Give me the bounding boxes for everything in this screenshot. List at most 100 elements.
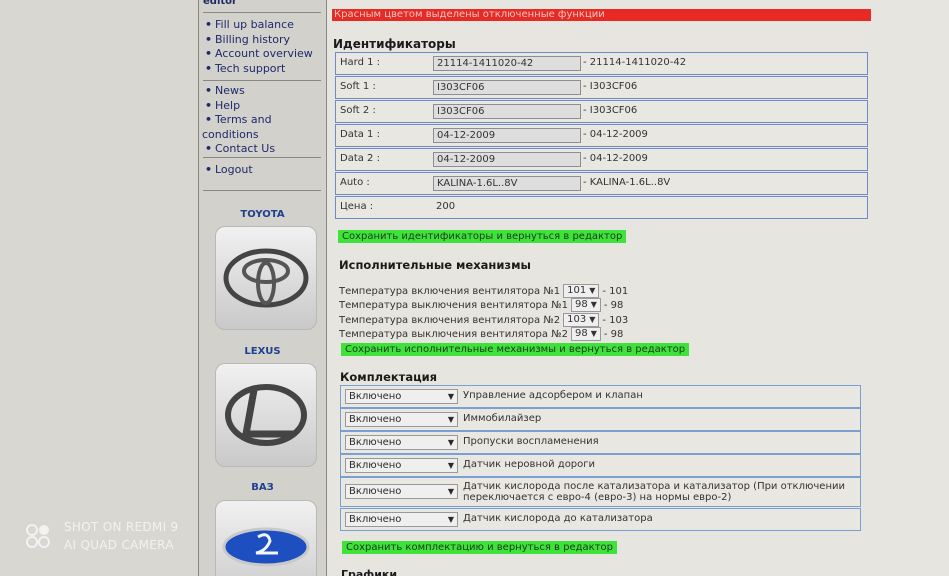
fan1-on-select[interactable]: 101 ▼ — [563, 284, 600, 298]
menu-billing-history[interactable]: • Billing history — [205, 33, 313, 48]
toyota-logo-tile[interactable] — [215, 226, 317, 330]
soft1-input[interactable]: I303CF06 — [433, 80, 581, 95]
equipment-select[interactable]: Включено ▼ — [345, 389, 458, 404]
price-label: Цена : — [340, 201, 374, 212]
menu-terms[interactable]: • Terms and — [205, 113, 275, 128]
mechanism-value: - 101 — [602, 286, 629, 297]
menu-fill-up-balance[interactable]: • Fill up balance — [205, 18, 313, 33]
identifier-value: - 21114-1411020-42 — [583, 57, 687, 68]
identifier-value: - I303CF06 — [583, 81, 638, 92]
chevron-down-icon: ▼ — [447, 487, 454, 496]
save-equipment-button[interactable]: Сохранить комплектацию и вернуться в ред… — [342, 541, 617, 554]
auto-input[interactable]: KALINA-1.6L..8V — [433, 176, 581, 191]
hard1-input[interactable]: 21114-1411020-42 — [433, 56, 581, 71]
vaz-logo-tile[interactable] — [215, 500, 317, 576]
identifier-label: Hard 1 : — [340, 57, 381, 68]
identifier-label: Soft 2 : — [340, 105, 376, 116]
mechanism-value: - 98 — [603, 300, 624, 311]
menu-logout[interactable]: • Logout — [205, 163, 253, 178]
price-value: 200 — [436, 201, 456, 212]
identifier-label: Data 2 : — [340, 153, 380, 164]
save-identifiers-button[interactable]: Сохранить идентификаторы и вернуться в р… — [338, 230, 627, 243]
equipment-desc: Пропуски воспламенения — [463, 436, 599, 447]
soft2-input[interactable]: I303CF06 — [433, 104, 581, 119]
identifier-row-price: Цена : 200 — [335, 196, 868, 219]
equipment-row: Включено ▼ Датчик неровной дороги — [340, 454, 861, 477]
equipment-desc: Датчик кислорода до катализатора — [463, 513, 653, 524]
equipment-desc: Датчик кислорода после катализатора и ка… — [463, 481, 845, 503]
menu-news[interactable]: • News — [205, 84, 275, 99]
mechanism-row: Температура выключения вентилятора №2 98 ▼… — [339, 327, 623, 341]
menu-account-overview[interactable]: • Account overview — [205, 47, 313, 62]
identifier-label: Soft 1 : — [340, 81, 376, 92]
mechanism-row: Температура включения вентилятора №1 101 ▼… — [339, 284, 628, 298]
identifiers-title: Идентификаторы — [333, 37, 456, 51]
fan1-off-select[interactable]: 98 ▼ — [570, 298, 601, 312]
main-content: Красным цветом выделены отключенные функ… — [327, 0, 949, 576]
equipment-row: Включено ▼ Пропуски воспламенения — [340, 431, 861, 454]
equipment-title: Комплектация — [340, 370, 438, 384]
menu-terms-cont[interactable]: conditions — [202, 128, 275, 143]
identifier-value: - 04-12-2009 — [583, 129, 648, 140]
mechanism-label: Температура включения вентилятора №2 — [339, 315, 561, 326]
chevron-down-icon: ▼ — [447, 415, 454, 424]
equipment-row: Включено ▼ Датчик кислорода после катализ… — [340, 477, 861, 507]
chevron-down-icon: ▼ — [447, 438, 454, 447]
brand-label-toyota: TOYOTA — [240, 209, 285, 220]
disabled-functions-notice: Красным цветом выделены отключенные функ… — [332, 9, 871, 21]
equipment-desc: Иммобилайзер — [463, 413, 542, 424]
mechanism-row: Температура включения вентилятора №2 103 ▼… — [339, 313, 628, 327]
equipment-desc: Управление адсорбером и клапан — [463, 390, 643, 401]
chevron-down-icon: ▼ — [589, 286, 596, 295]
sidebar-menu-session: • Logout — [205, 163, 253, 178]
sidebar: editor • Fill up balance • Billing history… — [198, 0, 327, 576]
chevron-down-icon: ▼ — [447, 461, 454, 470]
data1-input[interactable]: 04-12-2009 — [433, 128, 581, 143]
sidebar-divider — [203, 12, 321, 13]
identifier-row-auto: Auto : KALINA-1.6L..8V - KALINA-1.6L..8V — [335, 172, 868, 195]
mechanism-label: Температура включения вентилятора №1 — [339, 286, 561, 297]
equipment-row: Включено ▼ Управление адсорбером и клапан — [340, 385, 861, 408]
sidebar-menu-account: • Fill up balance • Billing history • Accou… — [205, 18, 313, 76]
equipment-select[interactable]: Включено ▼ — [345, 458, 458, 473]
lexus-logo-tile[interactable] — [215, 363, 317, 467]
menu-contact-us[interactable]: • Contact Us — [205, 142, 275, 157]
equipment-select[interactable]: Включено ▼ — [345, 484, 458, 499]
menu-help[interactable]: • Help — [205, 99, 275, 114]
sidebar-divider — [203, 190, 321, 191]
fan2-on-select[interactable]: 103 ▼ — [563, 313, 600, 327]
identifier-value: - I303CF06 — [583, 105, 638, 116]
brand-label-vaz: ВАЗ — [251, 482, 274, 493]
equipment-row: Включено ▼ Иммобилайзер — [340, 408, 861, 431]
identifier-row-soft2: Soft 2 : I303CF06 - I303CF06 — [335, 100, 868, 123]
equipment-desc: Датчик неровной дороги — [463, 459, 596, 470]
fan2-off-select[interactable]: 98 ▼ — [570, 327, 601, 341]
identifier-value: - KALINA-1.6L..8V — [583, 177, 671, 188]
menu-tech-support[interactable]: • Tech support — [205, 62, 313, 77]
mechanism-value: - 103 — [602, 315, 629, 326]
equipment-row: Включено ▼ Датчик кислорода до катализато… — [340, 508, 861, 531]
watermark-line-2: AI QUAD CAMERA — [64, 538, 174, 552]
save-mechanisms-button[interactable]: Сохранить исполнительные механизмы и вер… — [341, 343, 690, 356]
chevron-down-icon: ▼ — [590, 329, 597, 338]
mechanism-label: Температура выключения вентилятора №1 — [339, 300, 568, 311]
sidebar-divider — [203, 157, 321, 158]
equipment-select[interactable]: Включено ▼ — [345, 412, 458, 427]
chevron-down-icon: ▼ — [590, 300, 597, 309]
identifier-row-data2: Data 2 : 04-12-2009 - 04-12-2009 — [335, 148, 868, 171]
camera-watermark-icon — [26, 524, 50, 548]
data2-input[interactable]: 04-12-2009 — [433, 152, 581, 167]
identifier-row-hard1: Hard 1 : 21114-1411020-42 - 21114-141102… — [335, 52, 868, 75]
sidebar-divider — [203, 80, 321, 81]
sidebar-menu-info: • News • Help • Terms and conditions • Conta… — [202, 84, 275, 157]
identifier-row-soft1: Soft 1 : I303CF06 - I303CF06 — [335, 76, 868, 99]
lexus-logo-icon — [225, 384, 307, 446]
equipment-select[interactable]: Включено ▼ — [345, 512, 458, 527]
sidebar-editor-label: editor — [203, 0, 237, 7]
equipment-select[interactable]: Включено ▼ — [345, 435, 458, 450]
mechanisms-title: Исполнительные механизмы — [339, 258, 531, 272]
identifier-label: Auto : — [340, 177, 370, 188]
chevron-down-icon: ▼ — [447, 392, 454, 401]
charts-section-title: Графики — [341, 568, 398, 576]
lada-logo-icon — [222, 527, 310, 567]
